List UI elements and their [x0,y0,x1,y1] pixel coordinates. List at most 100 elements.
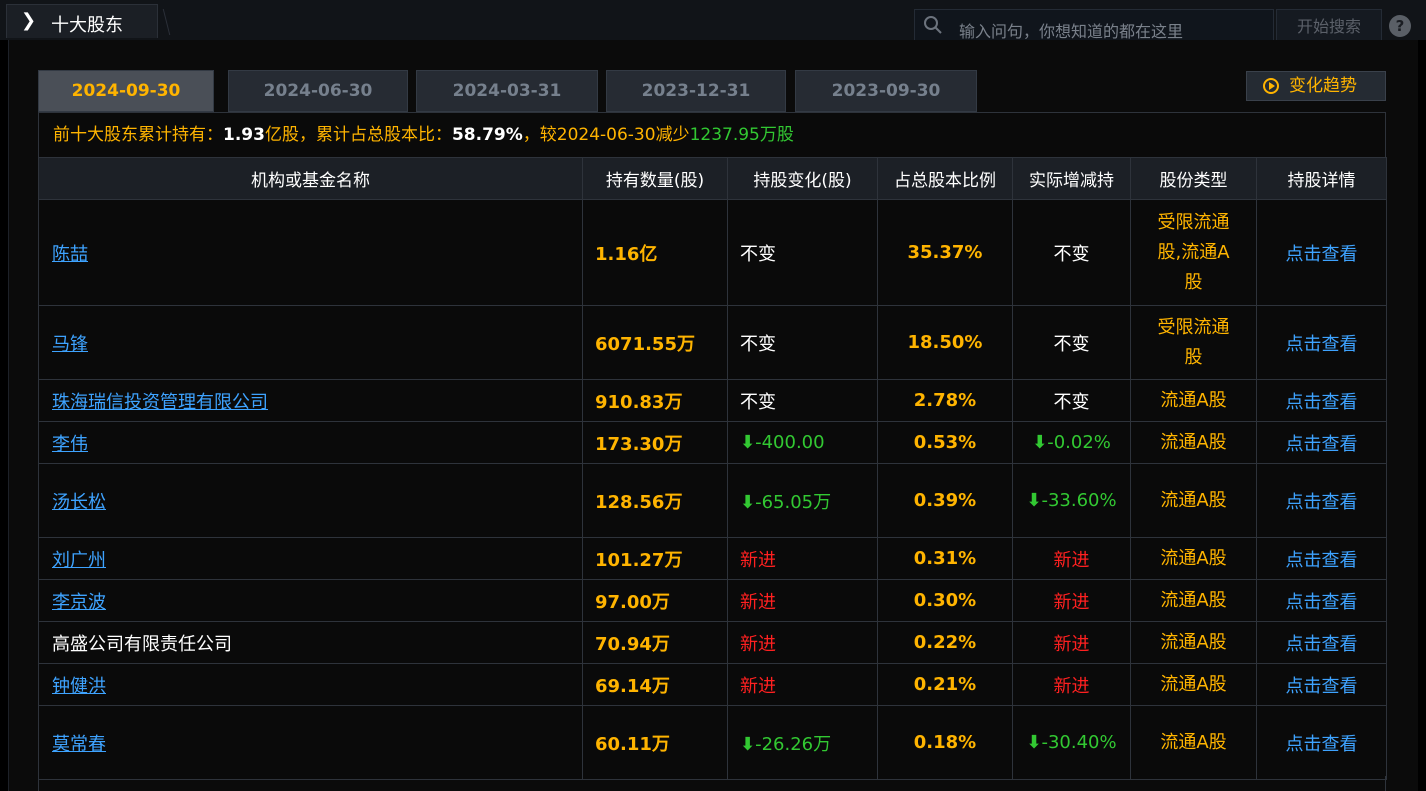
arrow-down-icon: ⬇ [740,733,756,755]
detail-cell: 点击查看 [1256,579,1387,622]
actual-change-cell: ⬇-0.02% [1012,421,1131,464]
change-decrease: -400.00 [755,432,825,453]
change-value: 不变 [1053,391,1090,413]
holding-quantity: 69.14万 [582,663,728,706]
holder-name-link[interactable]: 李京波 [52,592,106,613]
holder-name-link[interactable]: 马锋 [52,334,88,355]
summary-change: 1237.95万股 [689,125,794,145]
view-detail-link[interactable]: 点击查看 [1286,734,1358,755]
holding-change-cell: 不变 [727,199,878,306]
tab-date[interactable]: 2023-12-31 [606,70,786,112]
tab-date[interactable]: 2023-09-30 [795,70,977,112]
holding-quantity: 1.16亿 [582,199,728,306]
holder-name-link[interactable]: 钟健洪 [52,676,106,697]
change-decrease: -0.02% [1047,432,1111,453]
share-type-line: 股,流通A [1157,241,1230,263]
holding-change-cell: ⬇-26.26万 [727,705,878,780]
holder-name-cell: 钟健洪 [38,663,583,706]
view-detail-link[interactable]: 点击查看 [1286,392,1358,413]
share-type-line: 流通A股 [1160,631,1227,653]
detail-cell: 点击查看 [1256,663,1387,706]
share-type-line: 流通A股 [1160,489,1227,511]
section-tab: ❯ 十大股东 [6,4,171,38]
section-title: 十大股东 [51,15,123,36]
column-header: 持股详情 [1256,157,1387,200]
share-ratio: 35.37% [877,199,1013,306]
holding-quantity: 97.00万 [582,579,728,622]
holding-change-cell: 新进 [727,579,878,622]
actual-change-cell: 新进 [1012,621,1131,664]
arrow-down-icon: ⬇ [740,432,756,453]
share-ratio: 0.18% [877,705,1013,780]
actual-change-cell: 新进 [1012,537,1131,580]
change-value: 不变 [1053,243,1090,265]
change-value: 不变 [1053,333,1090,355]
trend-button[interactable]: 变化趋势 [1246,71,1386,101]
actual-change-cell: ⬇-33.60% [1012,463,1131,538]
tab-date[interactable]: 2024-06-30 [228,70,408,112]
search-placeholder: 输入问句，你想知道的都在这里 [959,22,1184,41]
view-detail-link[interactable]: 点击查看 [1286,634,1358,655]
share-type-line: 流通A股 [1160,389,1227,411]
change-new: 新进 [1053,675,1090,697]
column-header: 股份类型 [1130,157,1257,200]
change-new: 新进 [1053,549,1090,571]
share-type-cell: 流通A股 [1130,705,1257,780]
table-row: 李伟 173.30万 ⬇-400.00 0.53% ⬇-0.02% 流通A股 点击查看 [38,421,1387,464]
change-decrease: -30.40% [1041,732,1117,753]
arrow-down-icon: ⬇ [740,491,756,513]
holding-change-cell: 不变 [727,305,878,380]
holder-name-link[interactable]: 李伟 [52,434,88,455]
summary-total-shares: 1.93 [223,125,265,145]
trend-button-label: 变化趋势 [1289,76,1357,96]
column-header: 实际增减持 [1012,157,1131,200]
column-header: 占总股本比例 [877,157,1013,200]
holding-change-cell: 新进 [727,621,878,664]
holder-name-cell: 汤长松 [38,463,583,538]
holder-name-link[interactable]: 刘广州 [52,550,106,571]
share-type-cell: 受限流通 股,流通A 股 [1130,199,1257,306]
holding-quantity: 910.83万 [582,379,728,422]
summary-compare-date: 2024-06-30 [556,125,656,145]
change-new: 新进 [1053,633,1090,655]
holder-name-cell: 马锋 [38,305,583,380]
holder-name: 高盛公司有限责任公司 [52,633,232,655]
change-new: 新进 [1053,591,1090,613]
holder-name-cell: 李京波 [38,579,583,622]
share-ratio: 0.22% [877,621,1013,664]
view-detail-link[interactable]: 点击查看 [1286,676,1358,697]
share-ratio: 0.53% [877,421,1013,464]
holder-name-link[interactable]: 汤长松 [52,492,106,513]
view-detail-link[interactable]: 点击查看 [1286,492,1358,513]
summary-bar: 前十大股东累计持有：1.93亿股，累计占总股本比：58.79%，较2024-06… [38,112,1386,158]
holder-name-cell: 莫常春 [38,705,583,780]
share-ratio: 18.50% [877,305,1013,380]
arrow-down-icon: ⬇ [1026,490,1042,511]
view-detail-link[interactable]: 点击查看 [1286,592,1358,613]
holding-quantity: 70.94万 [582,621,728,664]
holding-quantity: 60.11万 [582,705,728,780]
view-detail-link[interactable]: 点击查看 [1286,434,1358,455]
holder-name-link[interactable]: 莫常春 [52,734,106,755]
detail-cell: 点击查看 [1256,199,1387,306]
tab-date[interactable]: 2024-09-30 [38,70,214,112]
view-detail-link[interactable]: 点击查看 [1286,550,1358,571]
holder-name-link[interactable]: 珠海瑞信投资管理有限公司 [52,392,268,413]
actual-change-cell: 不变 [1012,305,1131,380]
play-icon [1263,78,1279,94]
detail-cell: 点击查看 [1256,705,1387,780]
share-type-cell: 受限流通股 [1130,305,1257,380]
detail-cell: 点击查看 [1256,305,1387,380]
view-detail-link[interactable]: 点击查看 [1286,334,1358,355]
change-new: 新进 [740,591,776,613]
share-type-line: 受限流通 [1157,316,1230,338]
table-row: 马锋 6071.55万 不变 18.50% 不变 受限流通股点击查看 [38,305,1387,380]
detail-cell: 点击查看 [1256,537,1387,580]
holder-name-link[interactable]: 陈喆 [52,244,88,265]
share-ratio: 0.21% [877,663,1013,706]
share-type-cell: 流通A股 [1130,463,1257,538]
holder-name-cell: 珠海瑞信投资管理有限公司 [38,379,583,422]
view-detail-link[interactable]: 点击查看 [1286,244,1358,265]
tab-date[interactable]: 2024-03-31 [416,70,598,112]
help-icon[interactable]: ? [1389,15,1411,37]
